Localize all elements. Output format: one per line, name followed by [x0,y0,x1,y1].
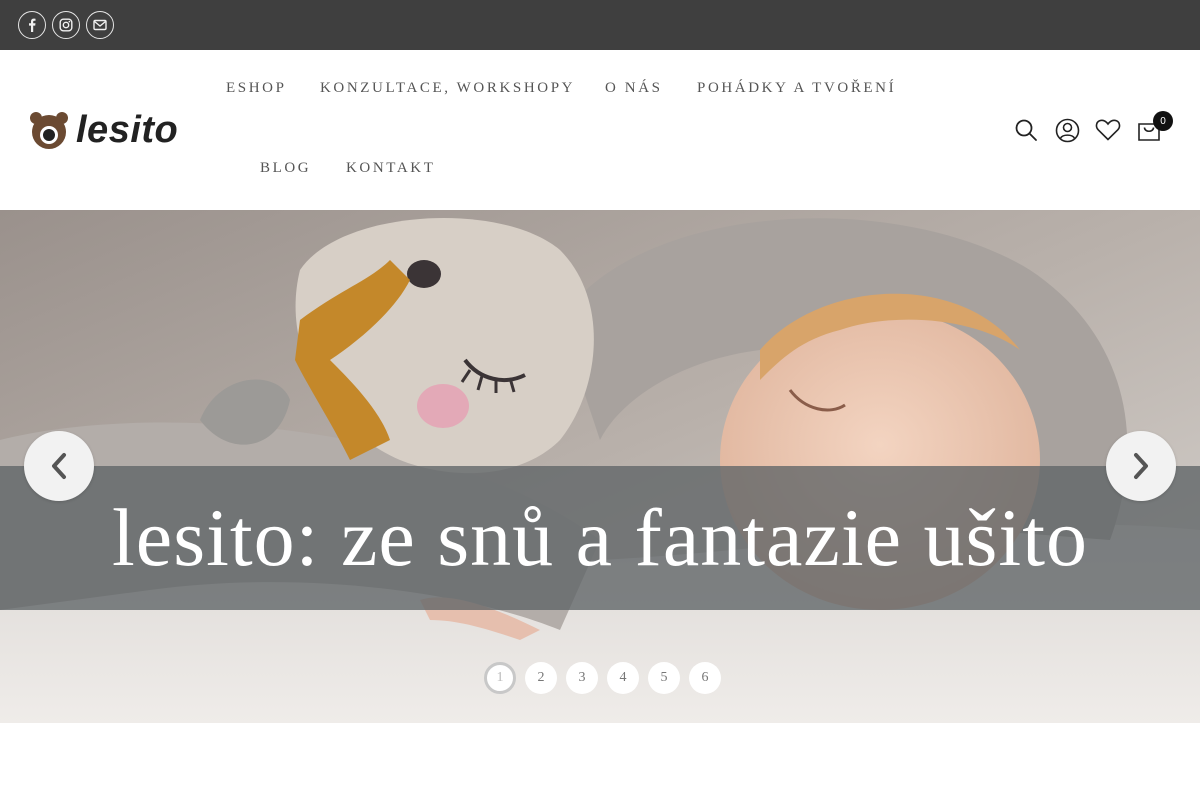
slide-dot-1[interactable]: 1 [484,662,516,694]
nav-pohadky-a-tvoreni[interactable]: POHÁDKY A TVOŘENÍ [697,80,896,97]
email-link[interactable] [86,11,114,39]
chevron-right-icon [1134,453,1148,479]
bear-face-icon [30,112,68,149]
hero-caption-band: lesito: ze snů a fantazie ušito [0,466,1200,610]
cart-count-badge: 0 [1153,111,1173,131]
slide-dot-5[interactable]: 5 [648,662,680,694]
instagram-icon [59,18,73,32]
account-button[interactable] [1053,116,1081,144]
slide-dot-6[interactable]: 6 [689,662,721,694]
email-icon [93,19,107,31]
user-icon [1055,118,1079,142]
heart-icon [1095,119,1121,141]
search-button[interactable] [1012,116,1040,144]
nav-blog[interactable]: BLOG [260,160,311,177]
nav-eshop[interactable]: ESHOP [226,80,287,97]
slider-pagination: 1 2 3 4 5 6 [484,662,730,694]
nav-o-nas[interactable]: O NÁS [605,80,663,97]
search-icon [1015,119,1037,141]
logo-text: lesito [76,108,179,151]
slide-dot-2[interactable]: 2 [525,662,557,694]
social-topbar [0,0,1200,50]
site-header: lesito ESHOP KONZULTACE, WORKSHOPY O NÁS… [0,50,1200,210]
hero-slider: lesito: ze snů a fantazie ušito 1 2 3 4 … [0,210,1200,723]
slider-next-button[interactable] [1106,431,1176,501]
slider-prev-button[interactable] [24,431,94,501]
slide-dot-3[interactable]: 3 [566,662,598,694]
chevron-left-icon [52,453,66,479]
slide-dot-4[interactable]: 4 [607,662,639,694]
nav-kontakt[interactable]: KONTAKT [346,160,436,177]
nav-konzultace-workshopy[interactable]: KONZULTACE, WORKSHOPY [320,80,575,97]
facebook-link[interactable] [18,11,46,39]
wishlist-button[interactable] [1094,116,1122,144]
hero-caption: lesito: ze snů a fantazie ušito [112,492,1088,583]
logo[interactable]: lesito [28,105,178,155]
instagram-link[interactable] [52,11,80,39]
facebook-icon [29,18,36,32]
